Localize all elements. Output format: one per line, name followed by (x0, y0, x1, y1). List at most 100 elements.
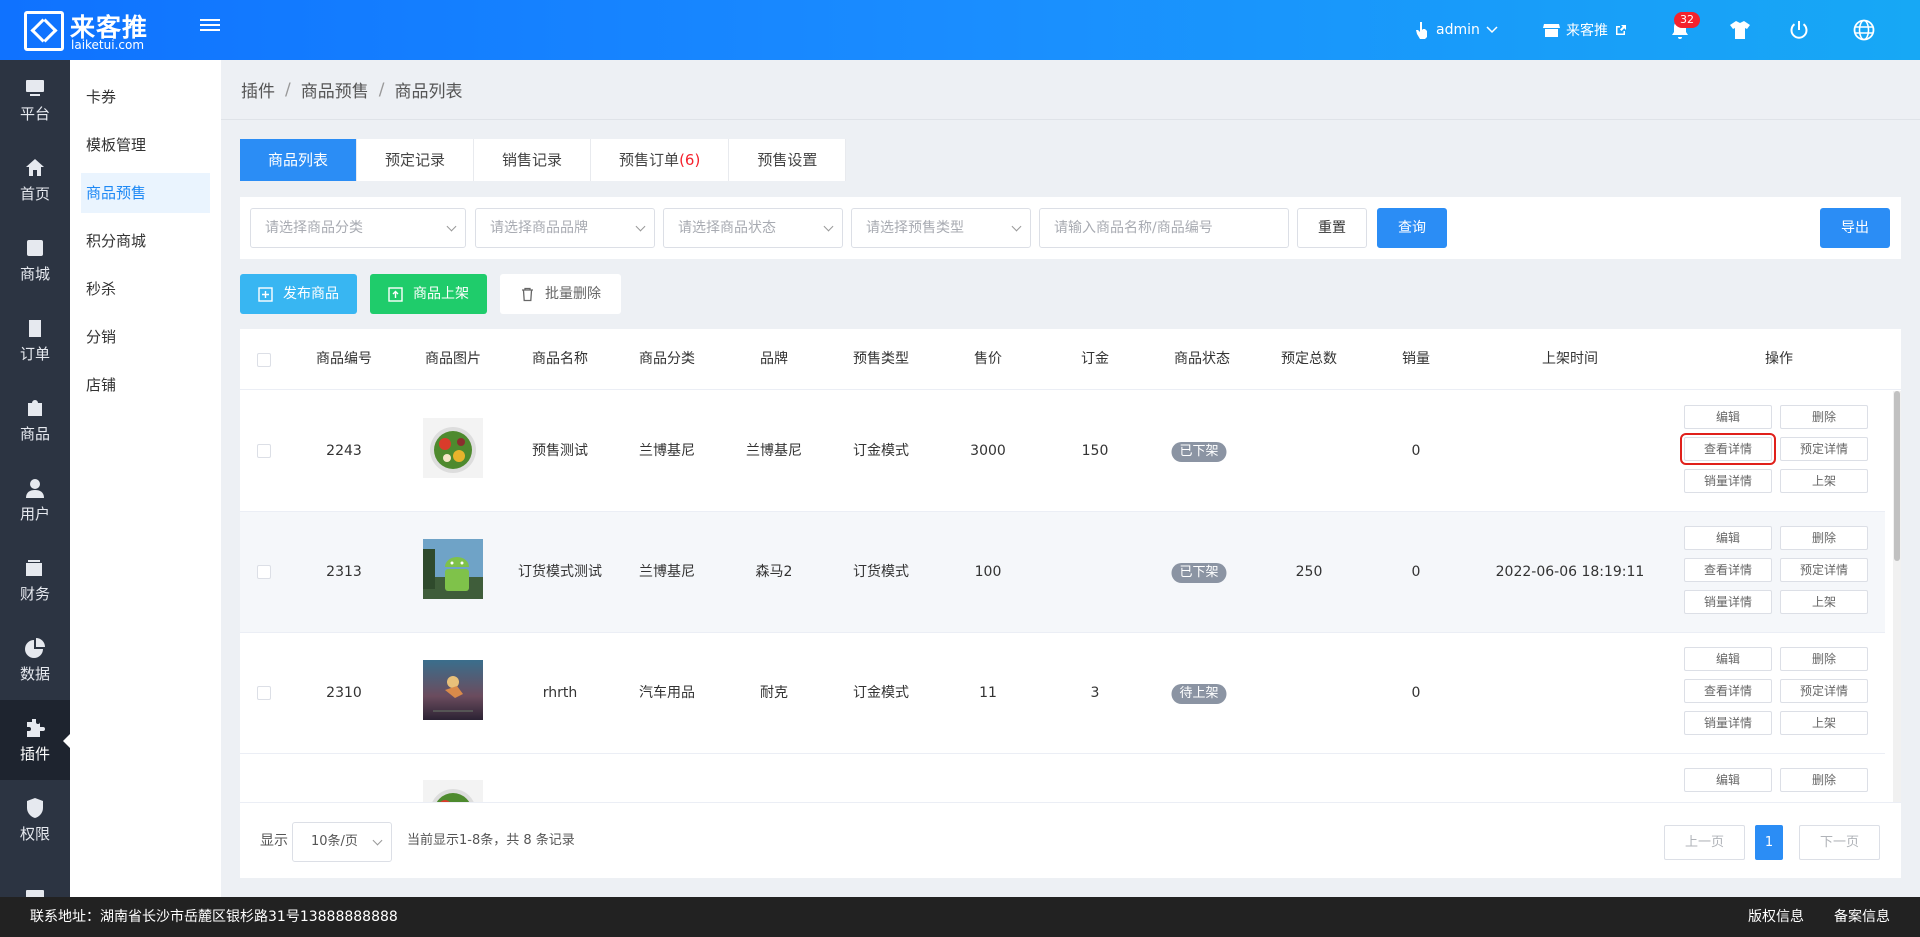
reservation-details-button[interactable]: 预定详情 (1780, 437, 1868, 461)
publish-goods-button[interactable]: 发布商品 (240, 274, 357, 314)
submenu-item-distribution[interactable]: 分销 (81, 317, 210, 357)
col-header: 预定总数 (1281, 351, 1337, 367)
edit-button[interactable]: 编辑 (1684, 768, 1772, 792)
scrollbar-thumb[interactable] (1894, 391, 1900, 561)
rail-item-permission[interactable]: 权限 (0, 780, 70, 860)
status-badge: 已下架 (1171, 442, 1227, 462)
rail-item-plugin[interactable]: 插件 (0, 700, 70, 780)
row-checkbox[interactable] (257, 444, 271, 458)
row-checkbox[interactable] (257, 565, 271, 579)
user-name: admin (1436, 22, 1480, 38)
power-icon (1790, 21, 1808, 39)
status-select[interactable]: 请选择商品状态 (663, 208, 843, 248)
query-button[interactable]: 查询 (1377, 208, 1447, 248)
rail-item-mall[interactable]: 商城 (0, 220, 70, 300)
tab-reservation-records[interactable]: 预定记录 (357, 139, 475, 181)
view-details-button[interactable]: 查看详情 (1680, 433, 1776, 465)
order-icon (29, 319, 41, 337)
shelve-button[interactable]: 上架 (1780, 711, 1868, 735)
trash-icon (522, 287, 533, 301)
breadcrumb-item[interactable]: 插件 (241, 77, 275, 102)
delete-button[interactable]: 删除 (1780, 405, 1868, 429)
product-image-runner-photo[interactable] (423, 660, 483, 720)
table-header: 商品编号 商品图片 商品名称 商品分类 品牌 预售类型 售价 订金 商品状态 预… (240, 329, 1901, 390)
cell-brand: 兰博基尼 (746, 443, 802, 459)
submenu-item-seckill[interactable]: 秒杀 (81, 269, 210, 309)
status-badge: 已下架 (1171, 563, 1227, 583)
store-link[interactable]: 来客推 (1543, 0, 1627, 60)
copyright-link[interactable]: 版权信息 (1748, 897, 1804, 937)
col-header: 销量 (1402, 351, 1430, 367)
rail-item-user[interactable]: 用户 (0, 460, 70, 540)
sales-details-button[interactable]: 销量详情 (1684, 711, 1772, 735)
logo[interactable]: 来客推 laiketui.com (24, 8, 174, 54)
shelve-button[interactable]: 上架 (1780, 590, 1868, 614)
view-details-button[interactable]: 查看详情 (1684, 679, 1772, 703)
delete-button[interactable]: 删除 (1780, 768, 1868, 792)
delete-button[interactable]: 删除 (1780, 526, 1868, 550)
submenu-item-template[interactable]: 模板管理 (81, 125, 210, 165)
submenu-item-presale[interactable]: 商品预售 (81, 173, 210, 213)
rail-item-platform[interactable]: 平台 (0, 60, 70, 140)
reservation-details-button[interactable]: 预定详情 (1780, 679, 1868, 703)
col-header: 商品状态 (1174, 351, 1230, 367)
export-button[interactable]: 导出 (1820, 208, 1890, 248)
tab-count-badge: (6) (679, 151, 701, 169)
edit-button[interactable]: 编辑 (1684, 647, 1772, 671)
table-scrollbar[interactable] (1893, 391, 1901, 802)
page-size-select[interactable]: 10条/页 (292, 822, 392, 862)
tab-presale-orders[interactable]: 预售订单(6) (591, 139, 730, 181)
rail-item-finance[interactable]: 财务 (0, 540, 70, 620)
cell-category: 兰博基尼 (639, 564, 695, 580)
breadcrumb-item[interactable]: 商品预售 (301, 77, 369, 102)
puzzle-icon (27, 718, 45, 737)
rail-item-image[interactable] (0, 860, 70, 897)
chevron-down-icon (1486, 26, 1498, 34)
submenu-item-points-mall[interactable]: 积分商城 (81, 221, 210, 261)
theme-button[interactable] (1729, 0, 1751, 60)
rail-item-data[interactable]: 数据 (0, 620, 70, 700)
next-page-button[interactable]: 下一页 (1799, 825, 1880, 860)
logout-button[interactable] (1789, 0, 1809, 60)
tab-presale-settings[interactable]: 预售设置 (729, 139, 847, 181)
language-button[interactable] (1853, 0, 1875, 60)
product-image-salad-bowl[interactable] (423, 418, 483, 478)
chevron-down-icon (372, 835, 383, 846)
wallet-icon (26, 559, 42, 576)
notification-button[interactable] (1671, 0, 1689, 60)
reservation-details-button[interactable]: 预定详情 (1780, 558, 1868, 582)
edit-button[interactable]: 编辑 (1684, 526, 1772, 550)
rail-item-goods[interactable]: 商品 (0, 380, 70, 460)
page-number-button[interactable]: 1 (1755, 825, 1783, 860)
submenu-item-coupon[interactable]: 卡券 (81, 77, 210, 117)
presale-type-select[interactable]: 请选择预售类型 (851, 208, 1031, 248)
view-details-button[interactable]: 查看详情 (1684, 558, 1772, 582)
tab-sales-records[interactable]: 销售记录 (474, 139, 592, 181)
delete-button[interactable]: 删除 (1780, 647, 1868, 671)
category-select[interactable]: 请选择商品分类 (250, 208, 466, 248)
brand-select[interactable]: 请选择商品品牌 (475, 208, 655, 248)
product-image-android-figure[interactable] (423, 539, 483, 599)
sales-details-button[interactable]: 销量详情 (1684, 590, 1772, 614)
record-link[interactable]: 备案信息 (1834, 897, 1890, 937)
store-name: 来客推 (1566, 23, 1608, 39)
sales-details-button[interactable]: 销量详情 (1684, 469, 1772, 493)
reset-button[interactable]: 重置 (1297, 208, 1367, 248)
table-row: 编辑 删除 (240, 754, 1885, 802)
keyword-search-input[interactable]: 请输入商品名称/商品编号 (1039, 208, 1289, 248)
row-checkbox[interactable] (257, 686, 271, 700)
submenu-item-store[interactable]: 店铺 (81, 365, 210, 405)
user-menu[interactable]: admin (1414, 0, 1498, 60)
rail-item-home[interactable]: 首页 (0, 140, 70, 220)
menu-toggle-icon[interactable] (200, 16, 220, 36)
shelve-button[interactable]: 上架 (1780, 469, 1868, 493)
rail-item-order[interactable]: 订单 (0, 300, 70, 380)
tab-goods-list[interactable]: 商品列表 (240, 139, 358, 181)
edit-button[interactable]: 编辑 (1684, 405, 1772, 429)
top-bar: 来客推 laiketui.com admin 来客推 32 (0, 0, 1920, 60)
prev-page-button[interactable]: 上一页 (1664, 825, 1745, 860)
batch-delete-button[interactable]: 批量删除 (500, 274, 621, 314)
select-all-checkbox[interactable] (257, 353, 271, 367)
product-image-salad-bowl[interactable] (423, 780, 483, 802)
shelve-goods-button[interactable]: 商品上架 (370, 274, 487, 314)
